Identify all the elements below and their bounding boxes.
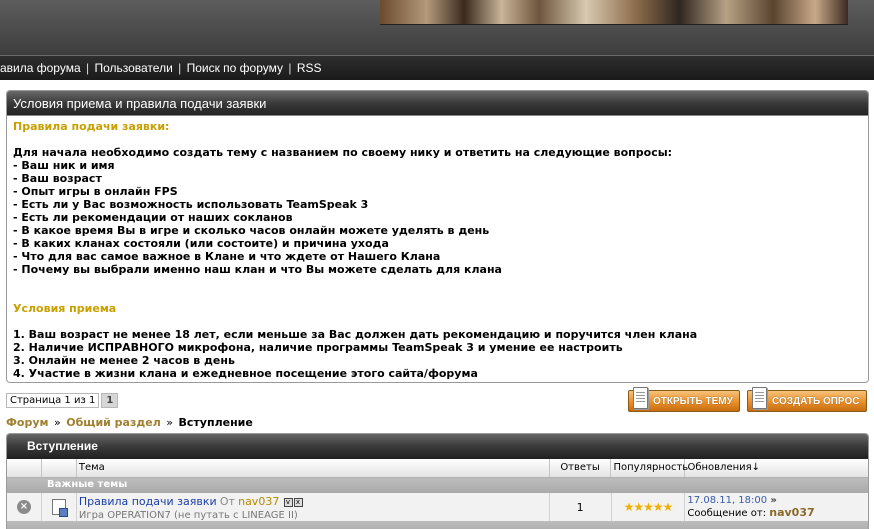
topic-title-link[interactable]: Правила подачи заявки <box>79 495 217 508</box>
pagination: Страница 1 из 1 1 <box>6 393 119 408</box>
nav-separator: | <box>288 61 292 75</box>
document-icon <box>633 387 648 409</box>
topic-rating-stars: ★★★★★ <box>612 493 686 521</box>
topic-author-link[interactable]: nav037 <box>238 495 279 508</box>
forum-title: Вступление <box>7 434 868 459</box>
document-icon <box>752 387 767 409</box>
message-author-link[interactable]: nav037 <box>769 506 814 519</box>
breadcrumb-section[interactable]: Общий раздел <box>66 416 161 429</box>
topic-list-header: Тема Ответы Популярность Обновления↓ <box>7 459 868 478</box>
open-topic-button[interactable]: ОТКРЫТЬ ТЕМУ <box>628 387 740 412</box>
rules-question: - Что для вас самое важное в Клане и что… <box>13 250 441 263</box>
page-count-label: Страница 1 из 1 <box>6 393 100 408</box>
chevron-down-icon[interactable]: v <box>283 497 293 507</box>
rules-question: - Опыт игры в онлайн FPS <box>13 185 178 198</box>
topic-list: Вступление Тема Ответы Популярность Обно… <box>6 433 869 529</box>
column-topic[interactable]: Тема <box>77 459 550 477</box>
message-by-label: Сообщение от: <box>687 508 767 519</box>
rules-intro: Для начала необходимо создать тему с наз… <box>13 146 673 159</box>
rules-condition: 1. Ваш возраст не менее 18 лет, если мен… <box>13 328 698 341</box>
nav-link-rules[interactable]: авила форума <box>0 61 81 75</box>
rules-question: - В каких кланах состояли (или состоите)… <box>13 237 389 250</box>
rules-question: - Есть ли рекомендации от наших сокланов <box>13 211 293 224</box>
rules-heading-application: Правила подачи заявки: <box>13 120 170 133</box>
breadcrumb: Форум » Общий раздел » Вступление <box>6 416 253 429</box>
rules-question: - Ваш ник и имя <box>13 159 115 172</box>
column-icon <box>42 459 77 477</box>
rules-panel: Условия приема и правила подачи заявки П… <box>6 90 869 383</box>
section-important: Важные темы <box>7 478 868 493</box>
breadcrumb-current: Вступление <box>178 416 253 429</box>
column-replies[interactable]: Ответы <box>550 459 612 477</box>
rules-condition: 2. Наличие ИСПРАВНОГО микрофона, наличие… <box>13 341 623 354</box>
open-topic-label: ОТКРЫТЬ ТЕМУ <box>653 395 733 407</box>
closed-topic-icon: × <box>16 500 31 514</box>
nav-separator: | <box>178 61 182 75</box>
topic-replies: 1 <box>550 493 612 521</box>
header-banner-image <box>380 0 848 25</box>
rules-condition: 4. Участие в жизни клана и ежедневное по… <box>13 367 478 380</box>
nav-links: авила форума | Пользователи | Поиск по ф… <box>0 61 322 75</box>
rules-question: - В какое время Вы в игре и сколько часо… <box>13 224 490 237</box>
column-updates[interactable]: Обновления↓ <box>685 459 868 477</box>
table-row: × Правила подачи заявки От nav037 vx Игр… <box>7 493 868 521</box>
rules-body: Правила подачи заявки: Для начала необхо… <box>7 116 868 382</box>
rules-heading-conditions: Условия приема <box>13 302 117 315</box>
create-poll-button[interactable]: СОЗДАТЬ ОПРОС <box>747 387 867 412</box>
breadcrumb-separator: » <box>166 416 174 429</box>
rules-question: - Почему вы выбрали именно наш клан и чт… <box>13 263 502 276</box>
document-icon <box>51 499 68 517</box>
nav-link-users[interactable]: Пользователи <box>94 61 172 75</box>
close-icon[interactable]: x <box>293 497 303 507</box>
breadcrumb-forum[interactable]: Форум <box>6 416 49 429</box>
nav-separator: | <box>85 61 90 75</box>
topic-by-label: От <box>219 495 235 508</box>
last-post-link[interactable]: » <box>770 495 776 506</box>
rules-question: - Есть ли у Вас возможность использовать… <box>13 198 369 211</box>
topic-description: Игра OPERATION7 (не путать с LINEAGE II) <box>78 510 298 521</box>
rules-question: - Ваш возраст <box>13 172 102 185</box>
rules-title: Условия приема и правила подачи заявки <box>7 91 868 116</box>
nav-link-search[interactable]: Поиск по форуму <box>187 61 283 75</box>
main-navbar: авила форума | Пользователи | Поиск по ф… <box>0 55 874 80</box>
nav-link-rss[interactable]: RSS <box>297 61 322 75</box>
rules-condition: 3. Онлайн не менее 2 часов в день <box>13 354 235 367</box>
updated-date: 17.08.11, 18:00 <box>687 495 768 506</box>
column-status <box>7 459 42 477</box>
section-footer <box>7 521 868 529</box>
column-popularity[interactable]: Популярность <box>611 459 688 477</box>
create-poll-label: СОЗДАТЬ ОПРОС <box>772 395 860 407</box>
page-number-current[interactable]: 1 <box>101 393 119 408</box>
breadcrumb-separator: » <box>54 416 61 429</box>
site-header <box>0 0 874 55</box>
